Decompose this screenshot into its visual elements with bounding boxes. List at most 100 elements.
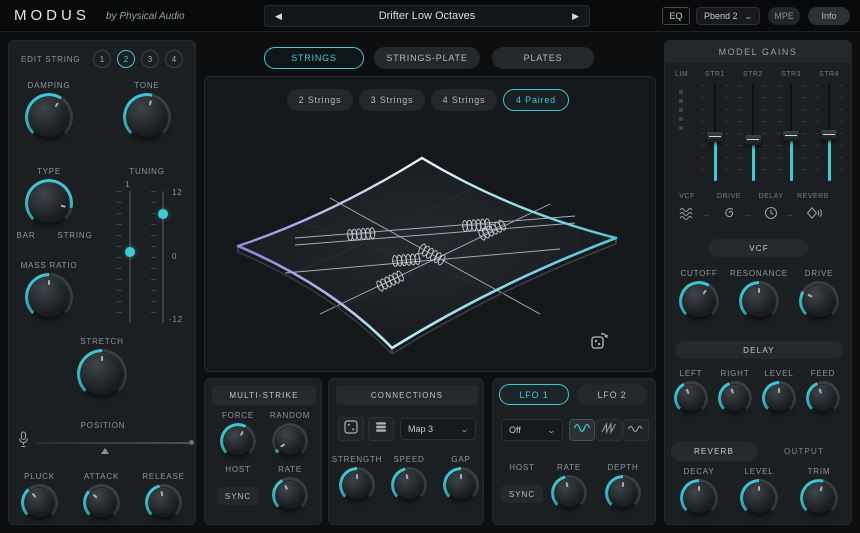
lfo-rate-label: RATE (541, 463, 597, 472)
string-select-4[interactable]: 4 (165, 50, 183, 68)
mpe-button[interactable]: MPE (768, 7, 800, 25)
lfo-depth-knob[interactable] (605, 475, 641, 511)
header-bar: MODUS by Physical Audio ◀ Drifter Low Oc… (0, 0, 860, 32)
string-select-2[interactable]: 2 (117, 50, 135, 68)
eq-button[interactable]: EQ (662, 7, 690, 25)
delay-left-knob[interactable] (674, 381, 708, 415)
multi-strike-header[interactable]: MULTI-STRIKE (212, 385, 316, 405)
next-preset-icon[interactable]: ▶ (572, 11, 579, 22)
gain-slider-str4[interactable] (821, 83, 837, 181)
map-dropdown[interactable]: Map 3 ⌄ (400, 418, 476, 440)
connections-header[interactable]: CONNECTIONS (336, 385, 478, 405)
chain-reverb-label: REVERB (797, 193, 829, 200)
attack-knob[interactable] (83, 484, 120, 521)
resonance-label: RESONANCE (729, 269, 789, 278)
lfo-host-label: HOST (501, 463, 543, 472)
lfo-target-value: Off (509, 425, 521, 435)
string-select-1[interactable]: 1 (93, 50, 111, 68)
dice-icon (343, 419, 359, 440)
tone-label: TONE (113, 81, 181, 90)
multi-strike-rate-knob[interactable] (272, 477, 308, 513)
chain-delay-label: DELAY (758, 193, 784, 200)
lfo-rate-knob[interactable] (551, 475, 587, 511)
trim-knob[interactable] (800, 479, 838, 517)
speed-knob[interactable] (391, 467, 427, 503)
tuning-fine-handle[interactable] (158, 209, 168, 219)
config-tab-4-paired[interactable]: 4 Paired (503, 89, 569, 111)
type-knob[interactable] (25, 179, 73, 227)
config-tab-2-strings[interactable]: 2 Strings (287, 89, 353, 111)
tab-reverb[interactable]: REVERB (671, 441, 757, 461)
cutoff-knob[interactable] (679, 281, 719, 321)
multi-strike-sync-button[interactable]: SYNC (217, 487, 259, 505)
delay-right-knob[interactable] (718, 381, 752, 415)
tab-strings-plate[interactable]: STRINGS-PLATE (374, 47, 480, 69)
tab-plates[interactable]: PLATES (492, 47, 594, 69)
delay-section-header[interactable]: DELAY (675, 341, 843, 359)
resonance-knob[interactable] (739, 281, 779, 321)
force-label: FORCE (210, 411, 266, 420)
lfo-target-dropdown[interactable]: Off ⌄ (501, 419, 563, 441)
mass-ratio-label: MASS RATIO (15, 261, 83, 270)
lfo-wave-sine-button[interactable] (569, 419, 595, 441)
release-knob[interactable] (145, 484, 182, 521)
mic-icon (17, 431, 30, 453)
delay-feed-knob[interactable] (806, 381, 840, 415)
lfo-wave-saw-button[interactable] (596, 419, 622, 441)
tab-strings[interactable]: STRINGS (264, 47, 364, 69)
reverb-level-knob[interactable] (740, 479, 778, 517)
lfo-wave-smooth-button[interactable] (623, 419, 649, 441)
chevron-down-icon: ⌄ (744, 12, 753, 21)
connections-map-list-button[interactable] (368, 417, 394, 441)
connections-panel: CONNECTIONS Map 3 ⌄ STRENGTH SPEED GAP (328, 378, 484, 525)
info-button[interactable]: Info (808, 7, 850, 25)
sine-wave-icon (573, 421, 591, 439)
chain-vcf-label: VCF (675, 193, 699, 200)
preset-selector: ◀ Drifter Low Octaves ▶ (264, 5, 590, 27)
randomize-icon[interactable] (588, 328, 612, 357)
tab-lfo-2[interactable]: LFO 2 (577, 384, 647, 405)
lfo-sync-button[interactable]: SYNC (501, 485, 543, 503)
tuning-slider-coarse[interactable] (129, 191, 131, 323)
vcf-icon (679, 205, 695, 226)
chain-arrow-icon: → (785, 209, 794, 219)
pitch-bend-value: Pbend 2 (704, 11, 738, 21)
position-marker[interactable] (101, 448, 109, 454)
gain-slider-str1[interactable] (707, 83, 723, 181)
damping-label: DAMPING (15, 81, 83, 90)
vcf-drive-knob[interactable] (799, 281, 839, 321)
tuning-coarse-handle[interactable] (125, 247, 135, 257)
random-label: RANDOM (262, 411, 318, 420)
vcf-section-header[interactable]: VCF (709, 239, 809, 257)
gap-knob[interactable] (443, 467, 479, 503)
decay-knob[interactable] (680, 479, 718, 517)
limiter-led (679, 117, 683, 121)
delay-level-knob[interactable] (762, 381, 796, 415)
mass-ratio-knob[interactable] (25, 273, 73, 321)
position-slider[interactable] (35, 442, 189, 444)
stretch-knob[interactable] (77, 349, 127, 399)
tone-knob[interactable] (123, 93, 171, 141)
string-label: STRING (55, 231, 95, 240)
tab-lfo-1[interactable]: LFO 1 (499, 384, 569, 405)
damping-knob[interactable] (25, 93, 73, 141)
gain-slider-str3[interactable] (783, 83, 799, 181)
tab-output[interactable]: OUTPUT (761, 441, 847, 461)
pitch-bend-dropdown[interactable]: Pbend 2 ⌄ (696, 7, 760, 25)
string-select-3[interactable]: 3 (141, 50, 159, 68)
connections-random-button[interactable] (338, 417, 364, 441)
multi-strike-panel: MULTI-STRIKE FORCE RANDOM HOST RATE SYNC (204, 378, 322, 525)
config-tab-4-strings[interactable]: 4 Strings (431, 89, 497, 111)
gain-slider-str2[interactable] (745, 83, 761, 181)
force-knob[interactable] (220, 423, 256, 459)
preset-name[interactable]: Drifter Low Octaves (379, 10, 476, 22)
config-tab-3-strings[interactable]: 3 Strings (359, 89, 425, 111)
limiter-led-meter (677, 85, 685, 135)
prev-preset-icon[interactable]: ◀ (275, 11, 282, 22)
strength-knob[interactable] (339, 467, 375, 503)
pluck-knob[interactable] (21, 484, 58, 521)
edit-string-panel: EDIT STRING 1 2 3 4 DAMPING TONE TYPE TU… (8, 40, 196, 525)
smooth-random-wave-icon (627, 421, 645, 439)
random-knob[interactable] (272, 423, 308, 459)
trim-label: TRIM (790, 467, 848, 476)
